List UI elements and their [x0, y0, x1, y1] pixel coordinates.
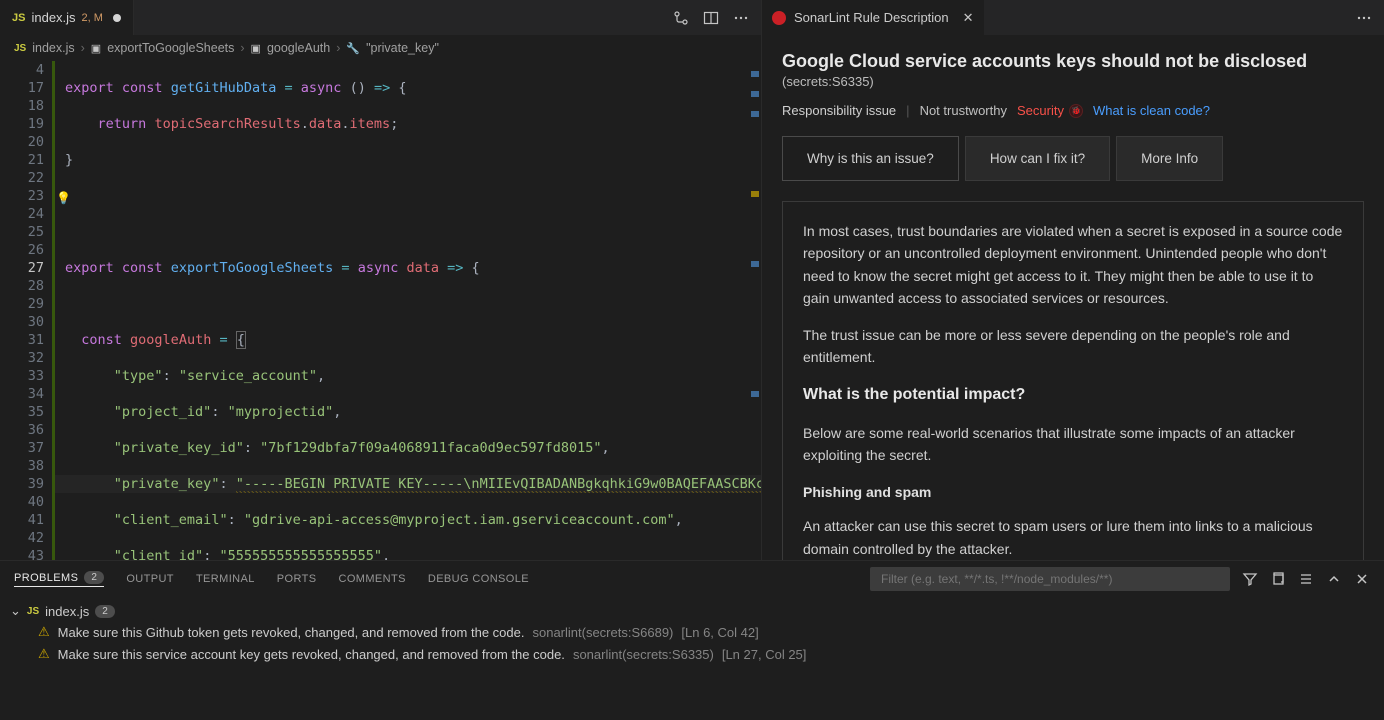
problems-file-group[interactable]: ⌄ JS index.js 2 — [10, 601, 1374, 621]
rule-heading: What is the potential impact? — [803, 382, 1343, 408]
more-actions-icon[interactable] — [1356, 10, 1384, 26]
copy-icon[interactable] — [1270, 571, 1286, 587]
problems-file-name: index.js — [45, 604, 89, 619]
badge-separator: | — [906, 103, 909, 118]
tab-more-info[interactable]: More Info — [1116, 136, 1223, 181]
tab-debug-console[interactable]: DEBUG CONSOLE — [428, 573, 529, 585]
breadcrumb-fn1[interactable]: exportToGoogleSheets — [107, 41, 234, 55]
rule-id: (secrets:S6335) — [782, 74, 1364, 89]
problem-location: [Ln 6, Col 42] — [681, 625, 758, 640]
editor-tab-bar: JS index.js 2, M — [0, 0, 761, 35]
problem-source: sonarlint(secrets:S6689) — [532, 625, 673, 640]
problem-source: sonarlint(secrets:S6335) — [573, 647, 714, 662]
js-file-icon: JS — [12, 12, 25, 24]
rule-sub-tabs: Why is this an issue? How can I fix it? … — [782, 136, 1364, 181]
chevron-right-icon: › — [336, 41, 340, 55]
tab-ports[interactable]: PORTS — [277, 573, 317, 585]
panel-tab-bar: PROBLEMS 2 OUTPUT TERMINAL PORTS COMMENT… — [0, 561, 1384, 597]
rule-tab-title: SonarLint Rule Description — [794, 10, 949, 25]
tab-problems[interactable]: PROBLEMS 2 — [14, 571, 104, 587]
rule-title: Google Cloud service accounts keys shoul… — [782, 51, 1364, 72]
symbol-method-icon: ▣ — [251, 42, 261, 55]
problem-item[interactable]: ⚠ Make sure this service account key get… — [10, 643, 1374, 665]
line-gutter: 4171819202122232425262728293031323334353… — [0, 61, 52, 560]
rule-badges: Responsibility issue | Not trustworthy S… — [782, 103, 1364, 118]
bottom-panel: PROBLEMS 2 OUTPUT TERMINAL PORTS COMMENT… — [0, 560, 1384, 720]
rule-body: Google Cloud service accounts keys shoul… — [762, 35, 1384, 560]
problems-count-badge: 2 — [84, 571, 104, 584]
security-bug-icon: 🐞 — [1069, 104, 1083, 118]
chevron-down-icon[interactable]: ⌄ — [10, 603, 21, 619]
editor-tab[interactable]: JS index.js 2, M — [0, 0, 134, 35]
warning-icon: ⚠ — [38, 646, 50, 662]
tab-terminal[interactable]: TERMINAL — [196, 573, 255, 585]
close-icon[interactable]: ✕ — [963, 10, 974, 26]
breadcrumb-prop[interactable]: "private_key" — [366, 41, 439, 55]
badge-security: Security 🐞 — [1017, 103, 1083, 118]
editor-pane: JS index.js 2, M JS index.js › ▣ exportT… — [0, 0, 762, 560]
js-file-icon: JS — [14, 43, 26, 54]
problems-list: ⌄ JS index.js 2 ⚠ Make sure this Github … — [0, 597, 1384, 669]
rule-subheading: Phishing and spam — [803, 481, 1343, 503]
rule-tab-bar: SonarLint Rule Description ✕ — [762, 0, 1384, 35]
breadcrumb-file[interactable]: index.js — [32, 41, 74, 55]
tab-comments[interactable]: COMMENTS — [338, 573, 405, 585]
filter-icon[interactable] — [1242, 571, 1258, 587]
badge-trust: Not trustworthy — [920, 103, 1007, 118]
compare-changes-icon[interactable] — [673, 10, 689, 26]
code-editor[interactable]: 4171819202122232425262728293031323334353… — [0, 61, 761, 560]
tab-modifiers: 2, M — [82, 12, 103, 24]
rule-paragraph: The trust issue can be more or less seve… — [803, 324, 1343, 369]
chevron-right-icon: › — [81, 41, 85, 55]
rule-content: In most cases, trust boundaries are viol… — [782, 201, 1364, 560]
problem-message: Make sure this service account key gets … — [58, 647, 565, 662]
tab-why-issue[interactable]: Why is this an issue? — [782, 136, 959, 181]
rule-paragraph: Below are some real-world scenarios that… — [803, 422, 1343, 467]
rule-paragraph: An attacker can use this secret to spam … — [803, 515, 1343, 560]
minimap-overview[interactable] — [749, 61, 761, 560]
warning-icon: ⚠ — [38, 624, 50, 640]
tab-output[interactable]: OUTPUT — [126, 573, 174, 585]
clean-code-link[interactable]: What is clean code? — [1093, 103, 1210, 118]
symbol-property-icon: 🔧 — [346, 42, 360, 55]
close-panel-icon[interactable] — [1354, 571, 1370, 587]
tab-filename: index.js — [31, 10, 75, 25]
rule-tab[interactable]: SonarLint Rule Description ✕ — [762, 0, 984, 35]
chevron-right-icon: › — [240, 41, 244, 55]
js-file-icon: JS — [27, 606, 39, 617]
tab-how-fix[interactable]: How can I fix it? — [965, 136, 1110, 181]
unsaved-dot-icon — [113, 14, 121, 22]
collapse-all-icon[interactable] — [1298, 571, 1314, 587]
file-problem-count: 2 — [95, 605, 115, 618]
split-editor-icon[interactable] — [703, 10, 719, 26]
code-content[interactable]: export const getGitHubData = async () =>… — [55, 61, 761, 560]
chevron-up-icon[interactable] — [1326, 571, 1342, 587]
breadcrumb-fn2[interactable]: googleAuth — [267, 41, 330, 55]
filter-input[interactable] — [870, 567, 1230, 591]
problem-location: [Ln 27, Col 25] — [722, 647, 807, 662]
breadcrumb[interactable]: JS index.js › ▣ exportToGoogleSheets › ▣… — [0, 35, 761, 61]
sonarlint-icon — [772, 11, 786, 25]
problem-item[interactable]: ⚠ Make sure this Github token gets revok… — [10, 621, 1374, 643]
rule-paragraph: In most cases, trust boundaries are viol… — [803, 220, 1343, 310]
lightbulb-icon[interactable]: 💡 — [56, 189, 71, 207]
problem-message: Make sure this Github token gets revoked… — [58, 625, 525, 640]
symbol-method-icon: ▣ — [91, 42, 101, 55]
badge-responsibility: Responsibility issue — [782, 103, 896, 118]
more-actions-icon[interactable] — [733, 10, 749, 26]
rule-description-pane: SonarLint Rule Description ✕ Google Clou… — [762, 0, 1384, 560]
